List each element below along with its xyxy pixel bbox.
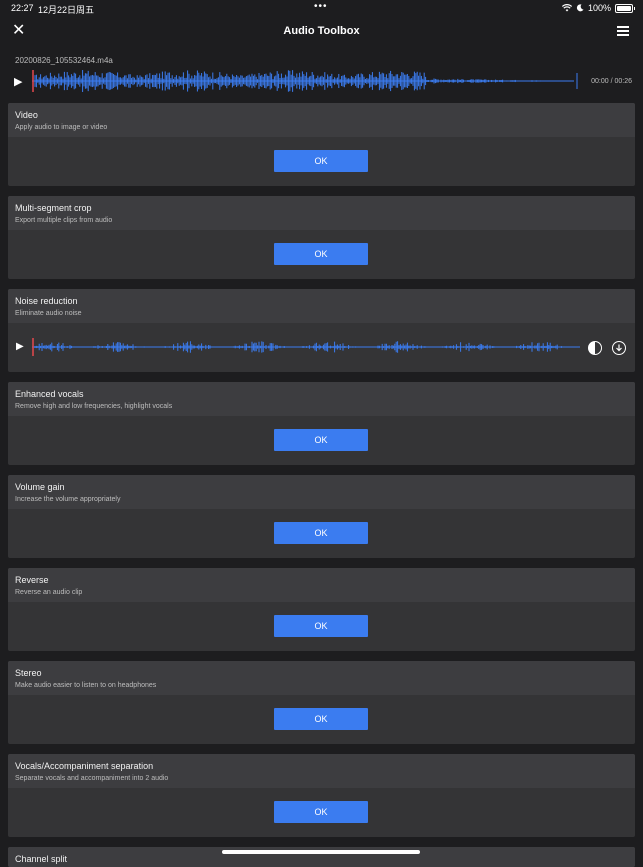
tool-name: Vocals/Accompaniment separation — [15, 761, 154, 771]
battery-percent: 100% — [587, 3, 611, 13]
tool-desc: Apply audio to image or video — [15, 124, 108, 131]
card-header: Noise reduction Eliminate audio noise — [8, 289, 635, 323]
tool-name: Noise reduction — [15, 296, 78, 306]
status-date: 12月22日周五 — [38, 5, 95, 15]
tool-name: Reverse — [15, 575, 49, 585]
home-indicator[interactable] — [222, 850, 420, 854]
multitasking-dots-icon[interactable]: ••• — [314, 1, 328, 12]
tool-card-multi-segment-crop: Multi-segment crop Export multiple clips… — [8, 196, 635, 279]
play-icon[interactable]: ▶ — [16, 341, 24, 352]
tool-name: Volume gain — [15, 482, 65, 492]
tool-name: Enhanced vocals — [15, 389, 84, 399]
main-waveform[interactable] — [32, 70, 580, 92]
download-icon[interactable] — [612, 341, 626, 355]
card-header: Volume gain Increase the volume appropri… — [8, 475, 635, 509]
card-header: Enhanced vocals Remove high and low freq… — [8, 382, 635, 416]
tool-desc: Reverse an audio clip — [15, 589, 83, 596]
card-header: Multi-segment crop Export multiple clips… — [8, 196, 635, 230]
tool-card-vocal-separation: Vocals/Accompaniment separation Separate… — [8, 754, 635, 837]
tool-desc: Separate vocals and accompaniment into 2… — [15, 775, 169, 782]
card-header: Stereo Make audio easier to listen to on… — [8, 661, 635, 695]
tool-card-video: Video Apply audio to image or video OK — [8, 103, 635, 186]
moon-icon — [576, 4, 584, 12]
ok-button[interactable]: OK — [274, 801, 368, 823]
tool-card-reverse: Reverse Reverse an audio clip OK — [8, 568, 635, 651]
tool-name: Video — [15, 110, 38, 120]
tool-name: Channel split — [15, 854, 68, 864]
status-time: 22:27 — [11, 3, 34, 13]
status-right: 100% — [561, 3, 635, 13]
card-header: Vocals/Accompaniment separation Separate… — [8, 754, 635, 788]
file-name: 20200826_105532464.m4a — [15, 56, 113, 65]
tool-desc: Increase the volume appropriately — [15, 496, 121, 503]
card-header: Reverse Reverse an audio clip — [8, 568, 635, 602]
contrast-icon[interactable] — [588, 341, 602, 355]
ok-button[interactable]: OK — [274, 708, 368, 730]
time-readout: 00:00 / 00:26 — [591, 78, 632, 85]
page-title: Audio Toolbox — [283, 25, 360, 37]
menu-icon[interactable] — [617, 26, 629, 36]
tool-card-stereo: Stereo Make audio easier to listen to on… — [8, 661, 635, 744]
ok-button[interactable]: OK — [274, 615, 368, 637]
wifi-icon — [561, 4, 572, 12]
ok-button[interactable]: OK — [274, 150, 368, 172]
tool-name: Multi-segment crop — [15, 203, 92, 213]
ok-button[interactable]: OK — [274, 429, 368, 451]
noise-waveform[interactable] — [32, 338, 580, 356]
nav-bar: ✕ Audio Toolbox — [0, 18, 643, 46]
ok-button[interactable]: OK — [274, 522, 368, 544]
tool-name: Stereo — [15, 668, 42, 678]
tool-desc: Eliminate audio noise — [15, 310, 82, 317]
tool-card-volume-gain: Volume gain Increase the volume appropri… — [8, 475, 635, 558]
tool-desc: Make audio easier to listen to on headph… — [15, 682, 157, 689]
card-header: Video Apply audio to image or video — [8, 103, 635, 137]
battery-icon — [615, 3, 635, 13]
tool-card-enhanced-vocals: Enhanced vocals Remove high and low freq… — [8, 382, 635, 465]
ok-button[interactable]: OK — [274, 243, 368, 265]
play-icon[interactable]: ▶ — [14, 75, 22, 88]
tool-card-noise-reduction: Noise reduction Eliminate audio noise ▶ — [8, 289, 635, 372]
tool-desc: Remove high and low frequencies, highlig… — [15, 403, 173, 410]
status-bar: 22:27 12月22日周五 ••• 100% — [0, 0, 643, 16]
tool-desc: Export multiple clips from audio — [15, 217, 113, 224]
